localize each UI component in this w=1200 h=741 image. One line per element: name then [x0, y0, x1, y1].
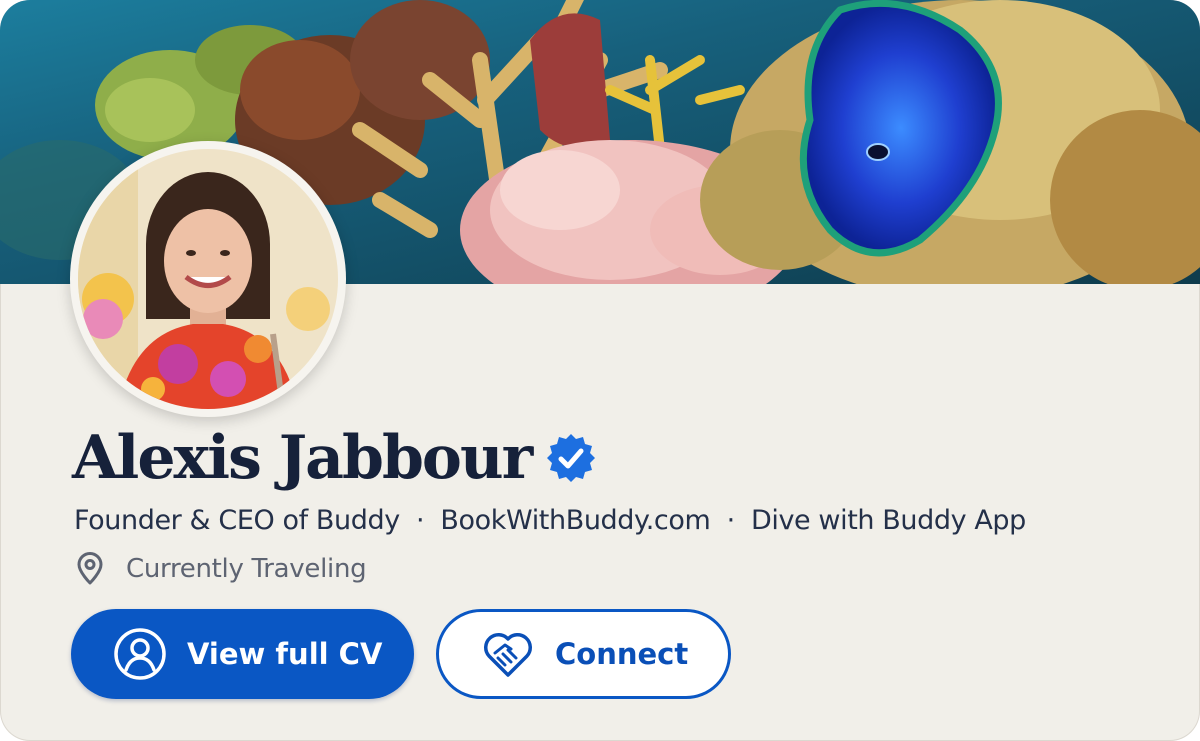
avatar[interactable] — [70, 141, 346, 417]
verified-badge-icon — [545, 432, 597, 484]
user-circle-icon — [113, 627, 167, 681]
location-text: Currently Traveling — [126, 554, 367, 584]
headline-app[interactable]: Dive with Buddy App — [751, 505, 1026, 536]
location-pin-icon — [74, 552, 106, 586]
headline: Founder & CEO of Buddy · BookWithBuddy.c… — [74, 505, 1026, 536]
name-row: Alexis Jabbour — [72, 418, 597, 498]
handshake-heart-icon — [481, 627, 535, 681]
headline-separator: · — [726, 505, 736, 536]
profile-name: Alexis Jabbour — [72, 423, 533, 493]
connect-button[interactable]: Connect — [436, 609, 731, 699]
profile-card: Alexis Jabbour Founder & CEO of Buddy · … — [0, 0, 1200, 741]
profile-photo — [78, 149, 338, 409]
headline-separator: · — [416, 505, 425, 536]
view-full-cv-label: View full CV — [187, 637, 383, 671]
headline-role: Founder & CEO of Buddy — [74, 505, 400, 536]
location: Currently Traveling — [74, 550, 367, 588]
connect-label: Connect — [555, 637, 689, 671]
view-full-cv-button[interactable]: View full CV — [71, 609, 414, 699]
headline-website[interactable]: BookWithBuddy.com — [440, 505, 710, 536]
